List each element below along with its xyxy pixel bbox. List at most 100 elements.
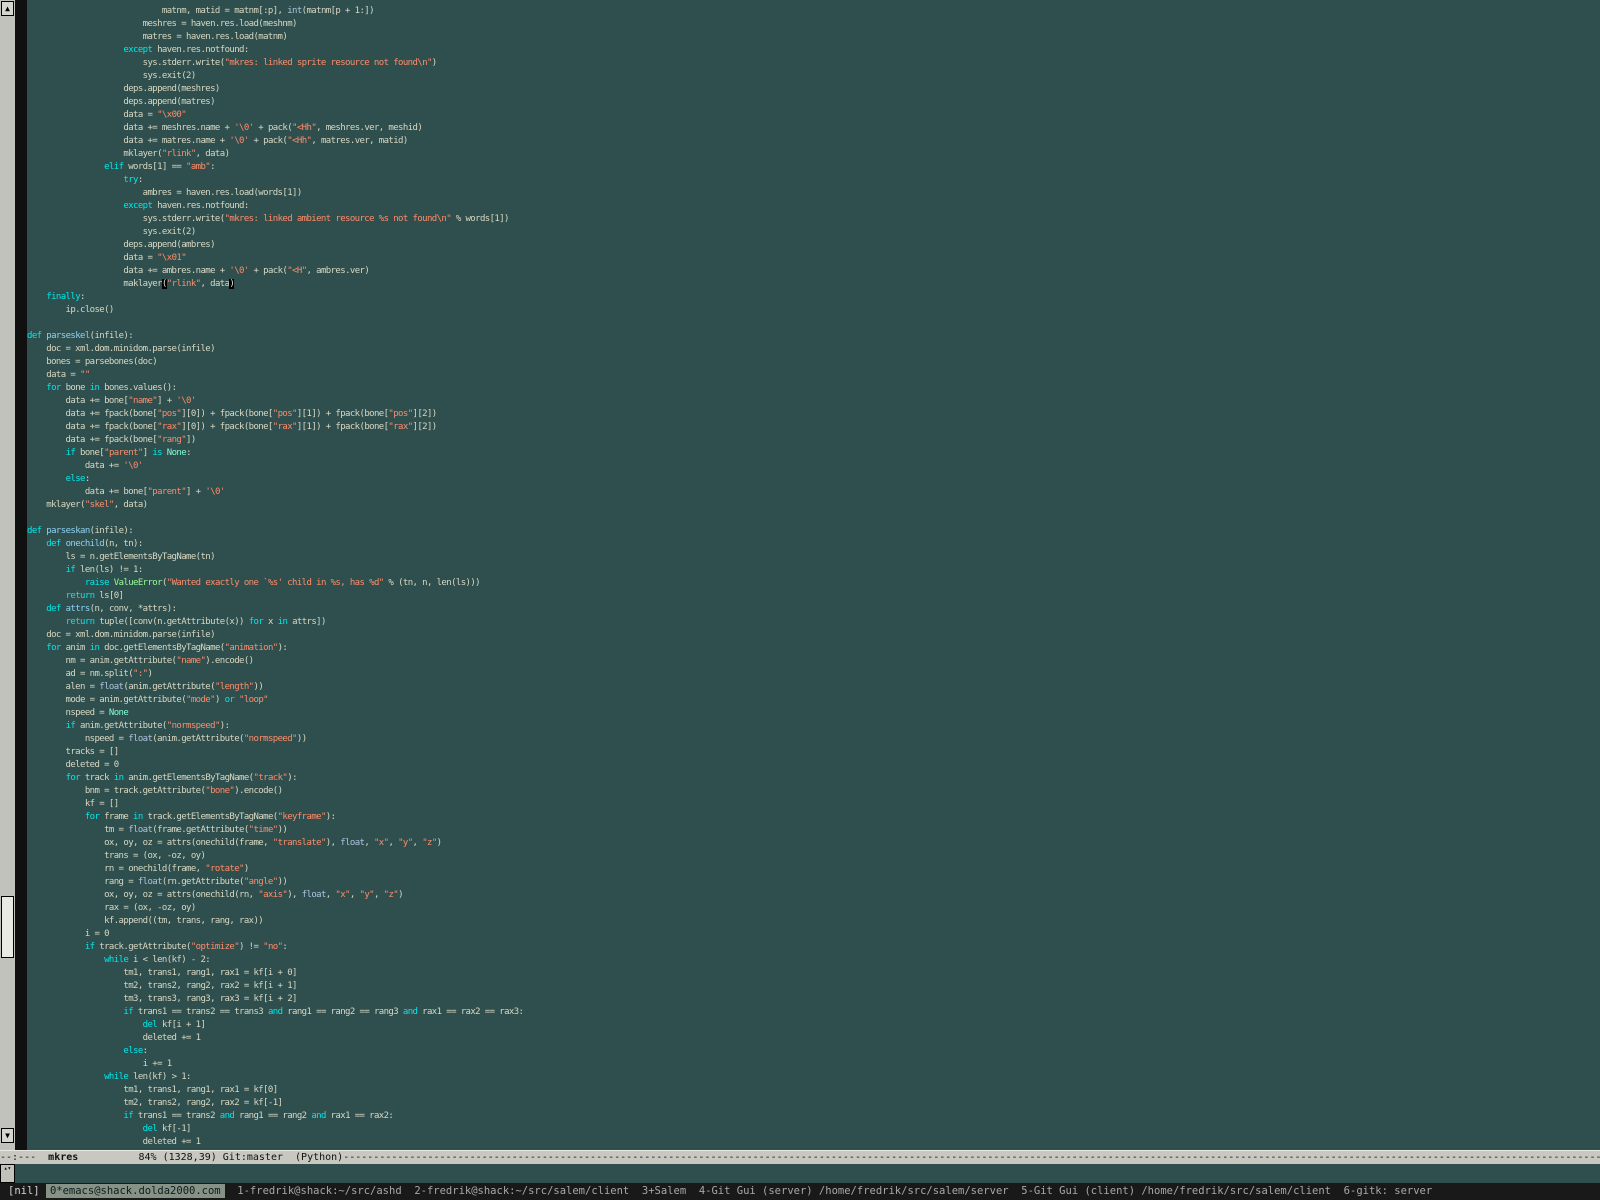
- modeline-dashes: ----------------------------------------…: [343, 1152, 1600, 1163]
- code-line: i = 0: [27, 928, 1600, 941]
- code-line: try:: [27, 174, 1600, 187]
- code-line: maklayer("rlink", data): [27, 278, 1600, 291]
- code-line: data += fpack(bone["rang"]): [27, 434, 1600, 447]
- code-line: raise ValueError("Wanted exactly one `%s…: [27, 577, 1600, 590]
- code-line: except haven.res.notfound:: [27, 200, 1600, 213]
- code-line: tm = float(frame.getAttribute("time")): [27, 824, 1600, 837]
- code-line: data += bone["name"] + '\0': [27, 395, 1600, 408]
- code-line: ox, oy, oz = attrs(onechild(rn, "axis"),…: [27, 889, 1600, 902]
- mode-line: --:--- mkres 84% (1328,39) Git:master (P…: [0, 1150, 1600, 1164]
- code-line: mode = anim.getAttribute("mode") or "loo…: [27, 694, 1600, 707]
- minibuffer-input[interactable]: [30, 1164, 1590, 1183]
- code-line: data += fpack(bone["pos"][0]) + fpack(bo…: [27, 408, 1600, 421]
- code-line: mklayer("skel", data): [27, 499, 1600, 512]
- code-line: for frame in track.getElementsByTagName(…: [27, 811, 1600, 824]
- code-line: while i < len(kf) - 2:: [27, 954, 1600, 967]
- code-line: del kf[i + 1]: [27, 1019, 1600, 1032]
- code-line: data += meshres.name + '\0' + pack("<Hh"…: [27, 122, 1600, 135]
- code-line: ox, oy, oz = attrs(onechild(frame, "tran…: [27, 837, 1600, 850]
- code-line: nspeed = float(anim.getAttribute("normsp…: [27, 733, 1600, 746]
- code-line: tm2, trans2, rang2, rax2 = kf[i + 1]: [27, 980, 1600, 993]
- vertical-scrollbar[interactable]: ▲ ▼: [0, 0, 15, 1150]
- scroll-down-arrow-icon[interactable]: ▼: [1, 1128, 14, 1143]
- code-line: if len(ls) != 1:: [27, 564, 1600, 577]
- code-line: while len(kf) > 1:: [27, 1071, 1600, 1084]
- code-line: doc = xml.dom.minidom.parse(infile): [27, 629, 1600, 642]
- code-line: data += matres.name + '\0' + pack("<Hh",…: [27, 135, 1600, 148]
- code-editor[interactable]: matnm, matid = matnm[:p], int(matnm[p + …: [27, 0, 1600, 1150]
- code-line: if trans1 == trans2 and rang1 == rang2 a…: [27, 1110, 1600, 1123]
- minibuffer[interactable]: ▴▾: [0, 1164, 1600, 1183]
- code-line: data = "\x00": [27, 109, 1600, 122]
- code-line: ambres = haven.res.load(words[1]): [27, 187, 1600, 200]
- minibuffer-scroll-arrows-icon[interactable]: ▴▾: [0, 1164, 15, 1183]
- code-line: trans = (ox, -oz, oy): [27, 850, 1600, 863]
- code-line: if bone["parent"] is None:: [27, 447, 1600, 460]
- code-line: sys.stderr.write("mkres: linked sprite r…: [27, 57, 1600, 70]
- scrollbar-thumb[interactable]: [1, 896, 14, 958]
- code-line: data += ambres.name + '\0' + pack("<H", …: [27, 265, 1600, 278]
- code-line: def onechild(n, tn):: [27, 538, 1600, 551]
- code-line: def parseskan(infile):: [27, 525, 1600, 538]
- code-line: except haven.res.notfound:: [27, 44, 1600, 57]
- code-line: i += 1: [27, 1058, 1600, 1071]
- code-line: tm2, trans2, rang2, rax2 = kf[-1]: [27, 1097, 1600, 1110]
- code-line: finally:: [27, 291, 1600, 304]
- screen-window-3[interactable]: 3+Salem: [642, 1185, 686, 1197]
- code-line: [27, 317, 1600, 330]
- code-line: sys.exit(2): [27, 70, 1600, 83]
- code-line: tm1, trans1, rang1, rax1 = kf[0]: [27, 1084, 1600, 1097]
- screen-window-5[interactable]: 5-Git Gui (client) /home/fredrik/src/sal…: [1021, 1185, 1331, 1197]
- code-line: data = "\x01": [27, 252, 1600, 265]
- code-line: kf.append((tm, trans, rang, rax)): [27, 915, 1600, 928]
- modeline-prefix: --:---: [0, 1152, 48, 1163]
- code-line: deps.append(ambres): [27, 239, 1600, 252]
- code-line: doc = xml.dom.minidom.parse(infile): [27, 343, 1600, 356]
- code-line: nm = anim.getAttribute("name").encode(): [27, 655, 1600, 668]
- code-line: deleted = 0: [27, 759, 1600, 772]
- code-line: data += '\0': [27, 460, 1600, 473]
- code-text[interactable]: matnm, matid = matnm[:p], int(matnm[p + …: [27, 0, 1600, 1149]
- window-fringe: [15, 0, 27, 1183]
- emacs-frame: ▲ ▼ matnm, matid = matnm[:p], int(matnm[…: [0, 0, 1600, 1183]
- code-line: tm3, trans3, rang3, rax3 = kf[i + 2]: [27, 993, 1600, 1006]
- code-line: data = "": [27, 369, 1600, 382]
- buffer-name: mkres: [48, 1152, 78, 1163]
- code-line: if track.getAttribute("optimize") != "no…: [27, 941, 1600, 954]
- code-line: tracks = []: [27, 746, 1600, 759]
- code-line: deps.append(meshres): [27, 83, 1600, 96]
- code-line: ls = n.getElementsByTagName(tn): [27, 551, 1600, 564]
- code-line: bones = parsebones(doc): [27, 356, 1600, 369]
- screen-status-bar: [nil] 0*emacs@shack.dolda2000.com 1-fred…: [0, 1183, 1600, 1200]
- code-line: alen = float(anim.getAttribute("length")…: [27, 681, 1600, 694]
- code-line: def parseskel(infile):: [27, 330, 1600, 343]
- screen-window-2[interactable]: 2-fredrik@shack:~/src/salem/client: [414, 1185, 629, 1197]
- code-line: sys.exit(2): [27, 226, 1600, 239]
- code-line: for bone in bones.values():: [27, 382, 1600, 395]
- screen-window-0[interactable]: 0*emacs@shack.dolda2000.com: [46, 1184, 225, 1198]
- code-line: mklayer("rlink", data): [27, 148, 1600, 161]
- code-line: sys.stderr.write("mkres: linked ambient …: [27, 213, 1600, 226]
- code-line: elif words[1] == "amb":: [27, 161, 1600, 174]
- code-line: nspeed = None: [27, 707, 1600, 720]
- code-line: ip.close(): [27, 304, 1600, 317]
- code-line: data += fpack(bone["rax"][0]) + fpack(bo…: [27, 421, 1600, 434]
- code-line: else:: [27, 1045, 1600, 1058]
- code-line: ad = nm.split(":"): [27, 668, 1600, 681]
- code-line: bnm = track.getAttribute("bone").encode(…: [27, 785, 1600, 798]
- modeline-gap: [78, 1152, 138, 1163]
- code-line: for track in anim.getElementsByTagName("…: [27, 772, 1600, 785]
- code-line: tm1, trans1, rang1, rax1 = kf[i + 0]: [27, 967, 1600, 980]
- scroll-up-arrow-icon[interactable]: ▲: [1, 1, 14, 16]
- code-line: data += bone["parent"] + '\0': [27, 486, 1600, 499]
- code-line: matres = haven.res.load(matnm): [27, 31, 1600, 44]
- code-line: if anim.getAttribute("normspeed"):: [27, 720, 1600, 733]
- screen-window-4[interactable]: 4-Git Gui (server) /home/fredrik/src/sal…: [699, 1185, 1009, 1197]
- code-line: matnm, matid = matnm[:p], int(matnm[p + …: [27, 5, 1600, 18]
- window-list: 0*emacs@shack.dolda2000.com 1-fredrik@sh…: [40, 1184, 1445, 1198]
- screen-window-6[interactable]: 6-gitk: server: [1344, 1185, 1433, 1197]
- code-line: else:: [27, 473, 1600, 486]
- code-line: deleted += 1: [27, 1136, 1600, 1149]
- screen-window-1[interactable]: 1-fredrik@shack:~/src/ashd: [237, 1185, 401, 1197]
- modeline-position-info: 84% (1328,39) Git:master (Python): [139, 1152, 344, 1163]
